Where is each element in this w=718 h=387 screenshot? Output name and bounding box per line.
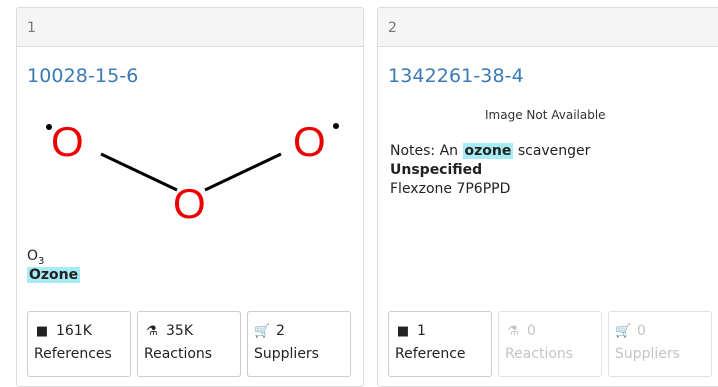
bond-line bbox=[100, 152, 178, 192]
references-count: 161K bbox=[56, 323, 92, 339]
radical-dot bbox=[333, 123, 339, 129]
book-icon: ■ bbox=[396, 324, 410, 339]
notes-bold: Unspecified bbox=[390, 162, 483, 178]
notes-suffix: scavenger bbox=[513, 143, 591, 159]
chemical-structure[interactable]: O O O bbox=[37, 100, 347, 235]
card-index-number: 1 bbox=[27, 20, 36, 36]
reactions-count: 35K bbox=[166, 323, 193, 339]
suppliers-button[interactable]: 🛒 2 Suppliers bbox=[247, 311, 351, 377]
references-label: Reference bbox=[395, 346, 466, 362]
cart-icon: 🛒 bbox=[254, 324, 271, 339]
flask-icon: ⚗ bbox=[507, 324, 519, 339]
atom-oxygen-right: O bbox=[293, 118, 326, 165]
notes-prefix: Notes: An bbox=[390, 143, 463, 159]
atom-oxygen-left: O bbox=[51, 118, 84, 165]
substance-name: Ozone bbox=[27, 267, 81, 283]
molecular-formula: O3 bbox=[27, 248, 44, 267]
reactions-button[interactable]: ⚗ 35K Reactions bbox=[137, 311, 241, 377]
suppliers-label: Suppliers bbox=[615, 346, 680, 362]
substance-card: 1 10028-15-6 O O O O3 Ozone ■ 161K Refere… bbox=[16, 7, 364, 387]
notes-extra: Flexzone 7P6PPD bbox=[390, 181, 511, 197]
reactions-label: Reactions bbox=[144, 346, 213, 362]
references-label: References bbox=[34, 346, 112, 362]
cart-icon: 🛒 bbox=[615, 324, 632, 339]
card-index-number: 2 bbox=[388, 20, 397, 36]
image-not-available: Image Not Available bbox=[485, 108, 606, 122]
references-button[interactable]: ■ 1 Reference bbox=[388, 311, 492, 377]
suppliers-label: Suppliers bbox=[254, 346, 319, 362]
references-count: 1 bbox=[417, 323, 426, 339]
formula-base: O bbox=[27, 248, 39, 264]
atom-oxygen-center: O bbox=[173, 180, 206, 227]
bond-line bbox=[204, 152, 282, 192]
substance-notes: Notes: An ozone scavenger Unspecified Fl… bbox=[390, 142, 590, 199]
card-index: 2 bbox=[378, 8, 718, 47]
suppliers-count: 0 bbox=[637, 323, 646, 339]
flask-icon: ⚗ bbox=[146, 324, 158, 339]
reactions-label: Reactions bbox=[505, 346, 574, 362]
reactions-count: 0 bbox=[527, 323, 536, 339]
card-index: 1 bbox=[17, 8, 363, 47]
notes-highlight: ozone bbox=[462, 143, 514, 159]
formula-subscript: 3 bbox=[38, 255, 45, 267]
substance-card: 2 1342261-38-4 Image Not Available Notes… bbox=[377, 7, 718, 387]
cas-number-link[interactable]: 10028-15-6 bbox=[27, 65, 138, 87]
references-button[interactable]: ■ 161K References bbox=[27, 311, 131, 377]
reactions-button[interactable]: ⚗ 0 Reactions bbox=[498, 311, 602, 377]
cas-number-link[interactable]: 1342261-38-4 bbox=[388, 65, 524, 87]
substance-name-highlight: Ozone bbox=[27, 267, 81, 283]
suppliers-button[interactable]: 🛒 0 Suppliers bbox=[608, 311, 712, 377]
suppliers-count: 2 bbox=[276, 323, 285, 339]
book-icon: ■ bbox=[35, 324, 49, 339]
